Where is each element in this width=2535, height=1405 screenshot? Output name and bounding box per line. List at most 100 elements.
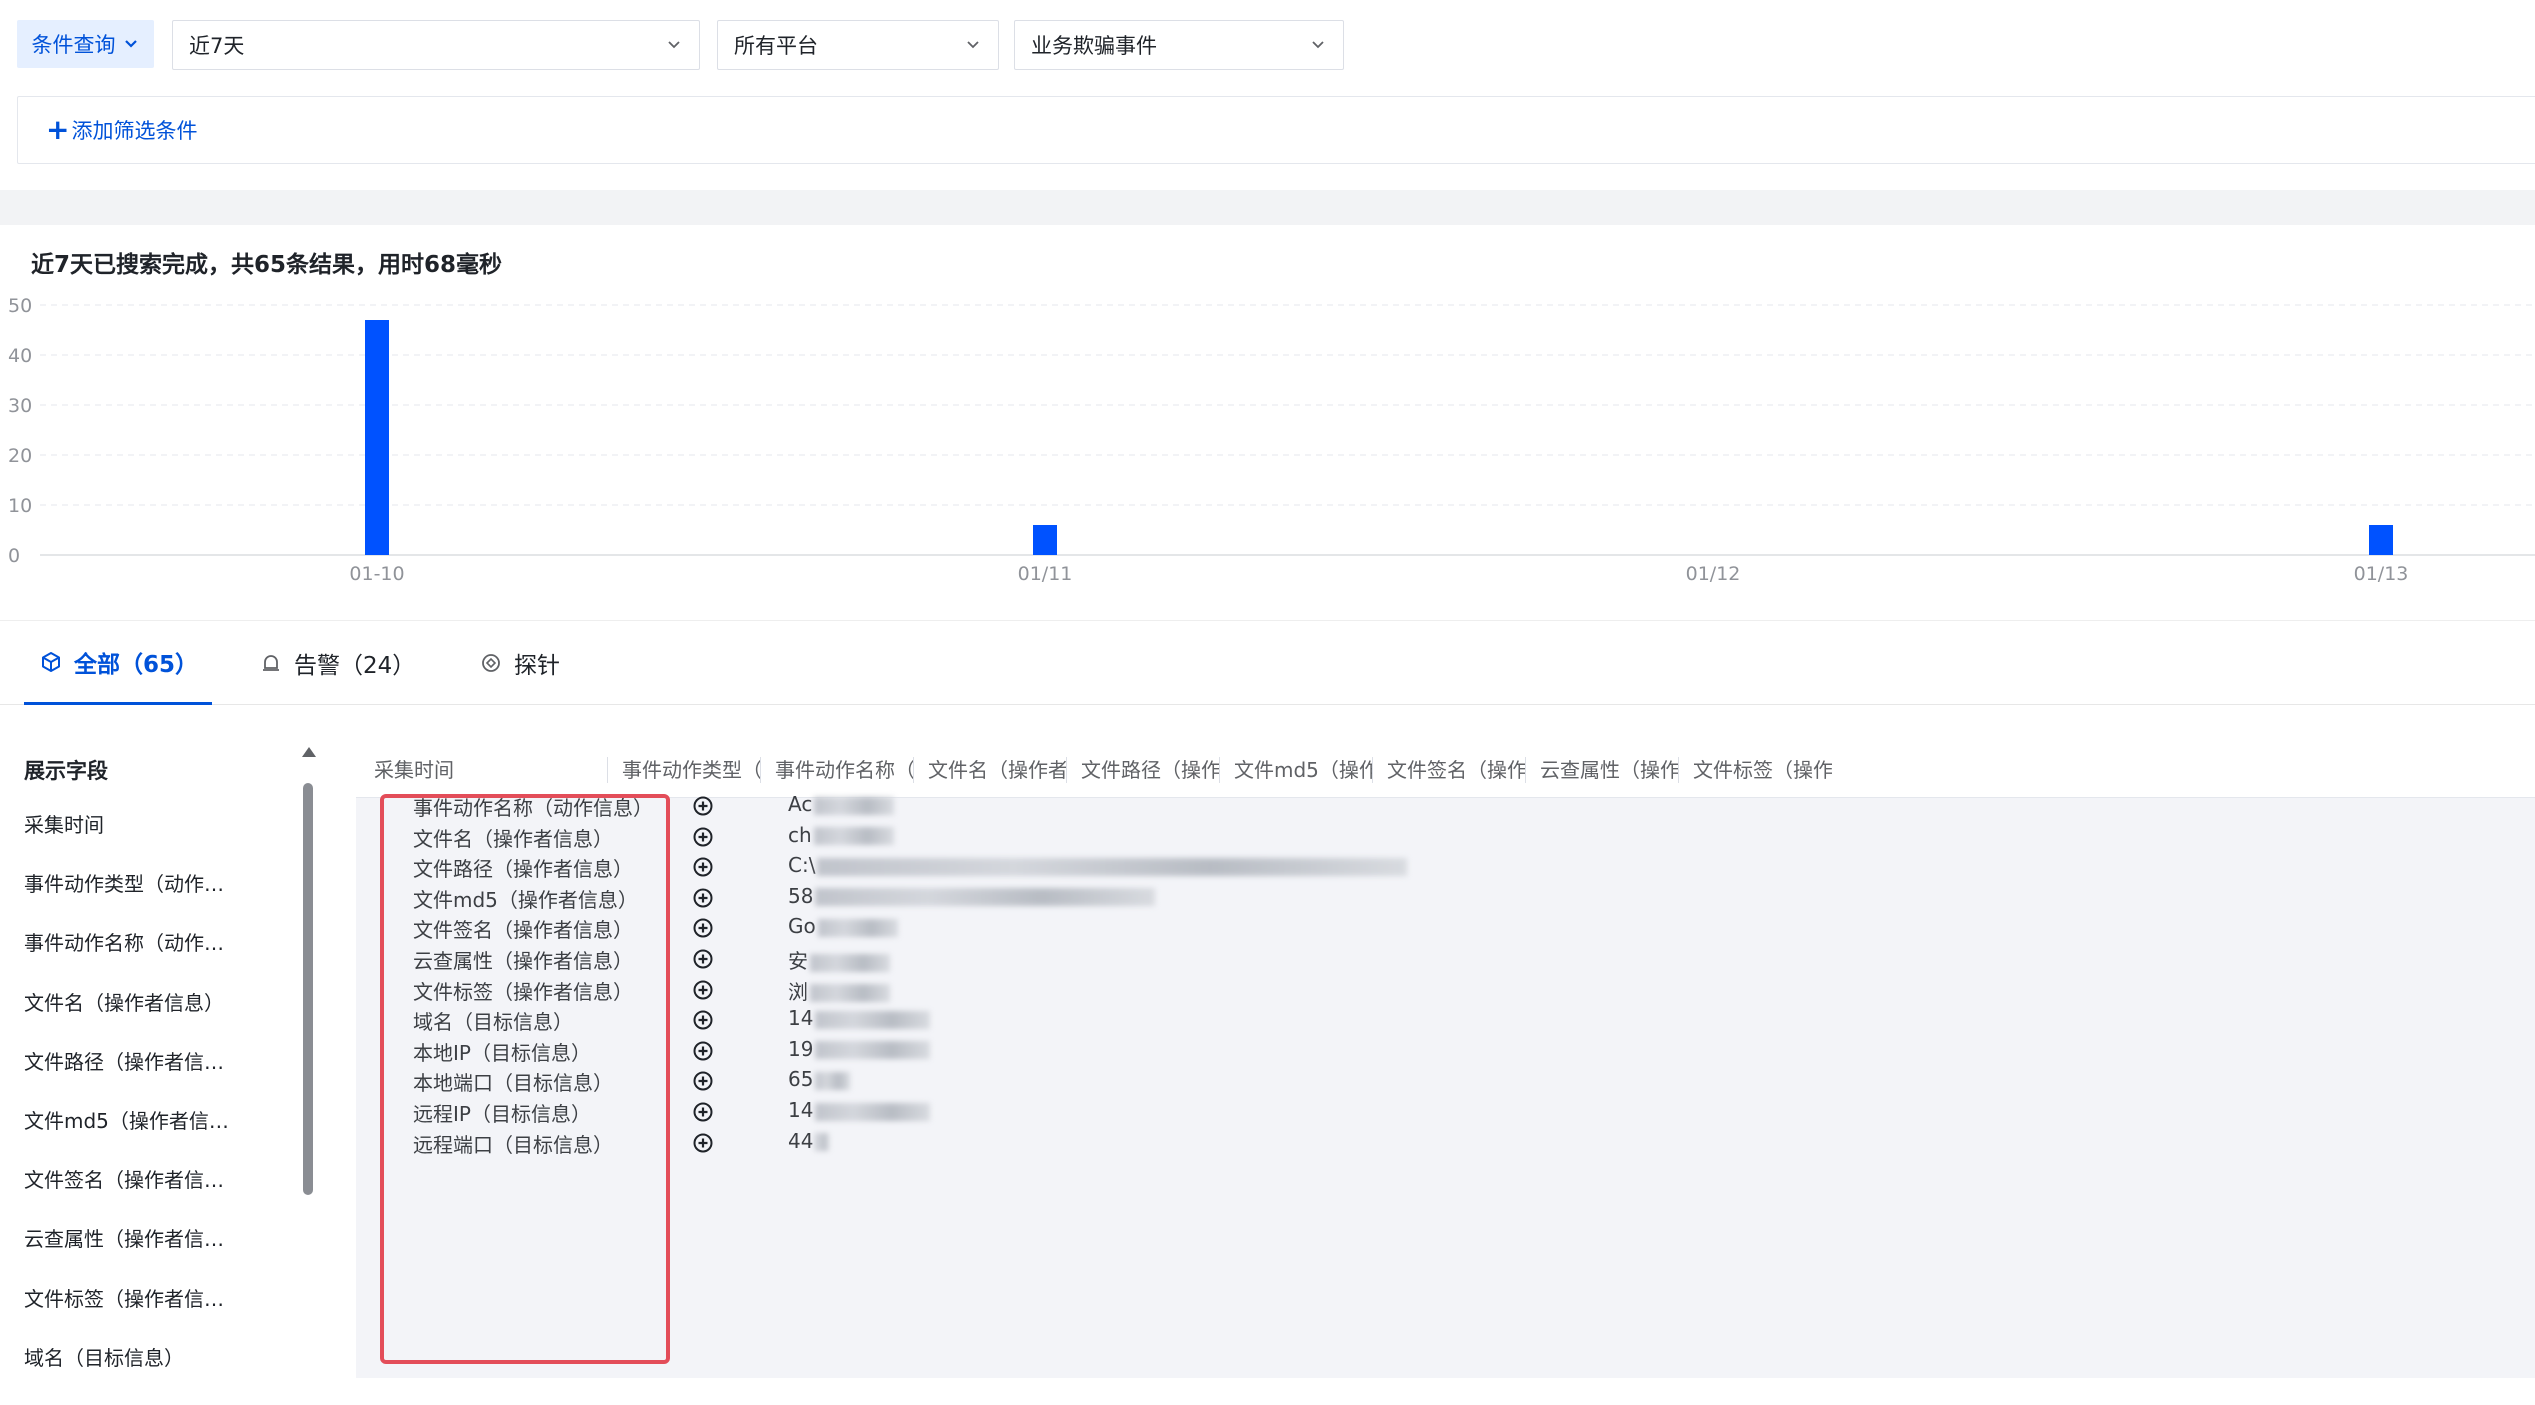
x-tick-label: 01/11 — [1018, 563, 1073, 585]
tab-all[interactable]: 全部（65） — [24, 621, 212, 705]
add-condition-button[interactable]: + 添加筛选条件 — [46, 115, 197, 145]
field-item[interactable]: 文件md5（操作者信… — [24, 1109, 284, 1168]
section-divider — [0, 190, 2535, 225]
tab-probe[interactable]: 探针 — [480, 621, 560, 705]
field-item[interactable]: 事件动作类型（动作… — [24, 872, 284, 931]
column-header[interactable]: 云查属性（操作者信… — [1526, 745, 1679, 795]
detail-row: 文件md5（操作者信息） 58 — [356, 884, 1956, 914]
bar[interactable] — [2369, 525, 2393, 555]
add-column-icon[interactable] — [692, 1009, 714, 1031]
display-fields-panel: 展示字段 采集时间 事件动作类型（动作… 事件动作名称（动作… 文件名（操作者信息）文… — [0, 735, 320, 1377]
detail-field-name: 远程IP（目标信息） — [413, 1102, 591, 1126]
cube-icon — [42, 651, 60, 672]
add-column-icon[interactable] — [692, 917, 714, 939]
redacted-value — [810, 984, 890, 1003]
field-item[interactable]: 文件签名（操作者信… — [24, 1168, 284, 1227]
column-header[interactable]: 事件动作类型（动作… — [608, 745, 761, 795]
add-condition-label: 添加筛选条件 — [71, 119, 198, 143]
column-header[interactable]: 事件动作名称（动作… — [761, 745, 914, 795]
add-column-icon[interactable] — [692, 795, 714, 817]
column-header[interactable]: 文件签名（操作者信… — [1373, 745, 1526, 795]
query-mode-label: 条件查询 — [31, 33, 116, 57]
detail-field-name: 文件md5（操作者信息） — [413, 887, 638, 912]
add-column-icon[interactable] — [692, 887, 714, 909]
detail-field-value: 44 — [788, 1129, 830, 1153]
detail-value-text: 65 — [788, 1067, 814, 1092]
detail-field-value: 19 — [788, 1037, 931, 1061]
platform-select[interactable]: 所有平台 — [717, 20, 999, 70]
tab-all-label: 全部（65） — [74, 651, 199, 678]
detail-row: 本地端口（目标信息） 65 — [356, 1067, 1956, 1097]
detail-field-value: 安 — [788, 945, 890, 974]
bar[interactable] — [1033, 525, 1057, 555]
redacted-value — [815, 1071, 851, 1090]
field-item[interactable]: 文件标签（操作者信… — [24, 1287, 284, 1346]
add-column-icon[interactable] — [692, 1040, 714, 1062]
add-column-icon[interactable] — [692, 1070, 714, 1092]
detail-value-text: ch — [788, 822, 812, 847]
row-detail-panel: 事件动作名称（动作信息） Ac 文件名（操作者信息） ch 文件路径（操作者信息） C:\… — [356, 792, 2535, 1378]
chart-panel: 近7天已搜索完成，共65条结果，用时68毫秒 0 10 20 30 40 50 01-10 0… — [0, 225, 2535, 620]
tab-probe-label: 探针 — [514, 653, 560, 679]
x-tick-label: 01/12 — [1686, 563, 1741, 585]
redacted-value — [817, 918, 898, 937]
detail-value-text: 58 — [788, 883, 814, 908]
bar[interactable] — [365, 320, 389, 555]
add-column-icon[interactable] — [692, 1101, 714, 1123]
detail-row: 文件签名（操作者信息） Go — [356, 914, 1956, 944]
x-tick-label: 01/13 — [2354, 563, 2409, 585]
result-tabs: 全部（65） 告警（24） 探针 — [0, 621, 2535, 705]
column-header[interactable]: 采集时间 — [360, 745, 608, 795]
chevron-down-icon — [1312, 41, 1324, 49]
add-column-icon[interactable] — [692, 979, 714, 1001]
detail-field-name: 本地端口（目标信息） — [413, 1071, 613, 1096]
alarm-icon — [263, 655, 279, 671]
redacted-value — [810, 953, 890, 972]
detail-field-name: 文件名（操作者信息） — [413, 826, 613, 851]
y-tick-label: 40 — [8, 345, 32, 367]
detail-field-value: 58 — [788, 883, 1156, 908]
detail-field-value: 14 — [788, 1098, 931, 1122]
add-column-icon[interactable] — [692, 948, 714, 970]
y-tick-label: 10 — [8, 495, 32, 517]
time-range-value: 近7天 — [189, 34, 245, 58]
detail-row: 文件标签（操作者信息） 浏 — [356, 976, 1956, 1006]
tab-alarm[interactable]: 告警（24） — [260, 621, 415, 705]
detail-value-text: Go — [788, 914, 816, 939]
detail-row: 文件名（操作者信息） ch — [356, 823, 1956, 853]
event-type-select[interactable]: 业务欺骗事件 — [1014, 20, 1344, 70]
redacted-value — [815, 1102, 931, 1121]
column-header[interactable]: 文件标签（操作者 — [1679, 745, 1832, 795]
scrollbar-thumb[interactable] — [303, 783, 313, 1195]
field-item[interactable]: 域名（目标信息） — [24, 1346, 284, 1405]
chevron-down-icon — [668, 41, 680, 49]
table-header: 采集时间事件动作类型（动作…事件动作名称（动作…文件名（操作者信息）文件路径（操… — [360, 745, 2535, 795]
add-column-icon[interactable] — [692, 1132, 714, 1154]
redacted-value — [815, 888, 1156, 907]
add-column-icon[interactable] — [692, 826, 714, 848]
platform-value: 所有平台 — [734, 34, 818, 58]
detail-field-value: 65 — [788, 1067, 851, 1092]
y-tick-label: 50 — [8, 295, 32, 317]
detail-field-name: 云查属性（操作者信息） — [413, 949, 633, 973]
field-item[interactable]: 云查属性（操作者信… — [24, 1227, 284, 1286]
field-item[interactable]: 文件路径（操作者信… — [24, 1050, 284, 1109]
field-item[interactable]: 事件动作名称（动作… — [24, 931, 284, 990]
detail-value-text: C:\ — [788, 853, 816, 878]
redacted-value — [815, 1133, 830, 1152]
column-header[interactable]: 文件名（操作者信息） — [914, 745, 1067, 795]
add-column-icon[interactable] — [692, 856, 714, 878]
column-header[interactable]: 文件路径（操作者信… — [1067, 745, 1220, 795]
time-range-select[interactable]: 近7天 — [172, 20, 700, 70]
field-item[interactable]: 文件名（操作者信息） — [24, 991, 284, 1050]
scroll-up-arrow-icon[interactable] — [302, 747, 316, 757]
column-header[interactable]: 文件md5（操作者信… — [1220, 745, 1373, 795]
filter-bar: 条件查询 近7天 所有平台 业务欺骗事件 + 添加筛选条件 — [0, 0, 2535, 190]
detail-field-name: 本地IP（目标信息） — [413, 1040, 591, 1065]
redacted-value — [815, 1010, 931, 1029]
detail-value-text: 安 — [788, 949, 808, 973]
field-item[interactable]: 采集时间 — [24, 813, 284, 872]
query-mode-button[interactable]: 条件查询 — [17, 20, 154, 68]
fields-scrollbar[interactable] — [300, 747, 316, 1377]
detail-field-value: ch — [788, 823, 894, 847]
